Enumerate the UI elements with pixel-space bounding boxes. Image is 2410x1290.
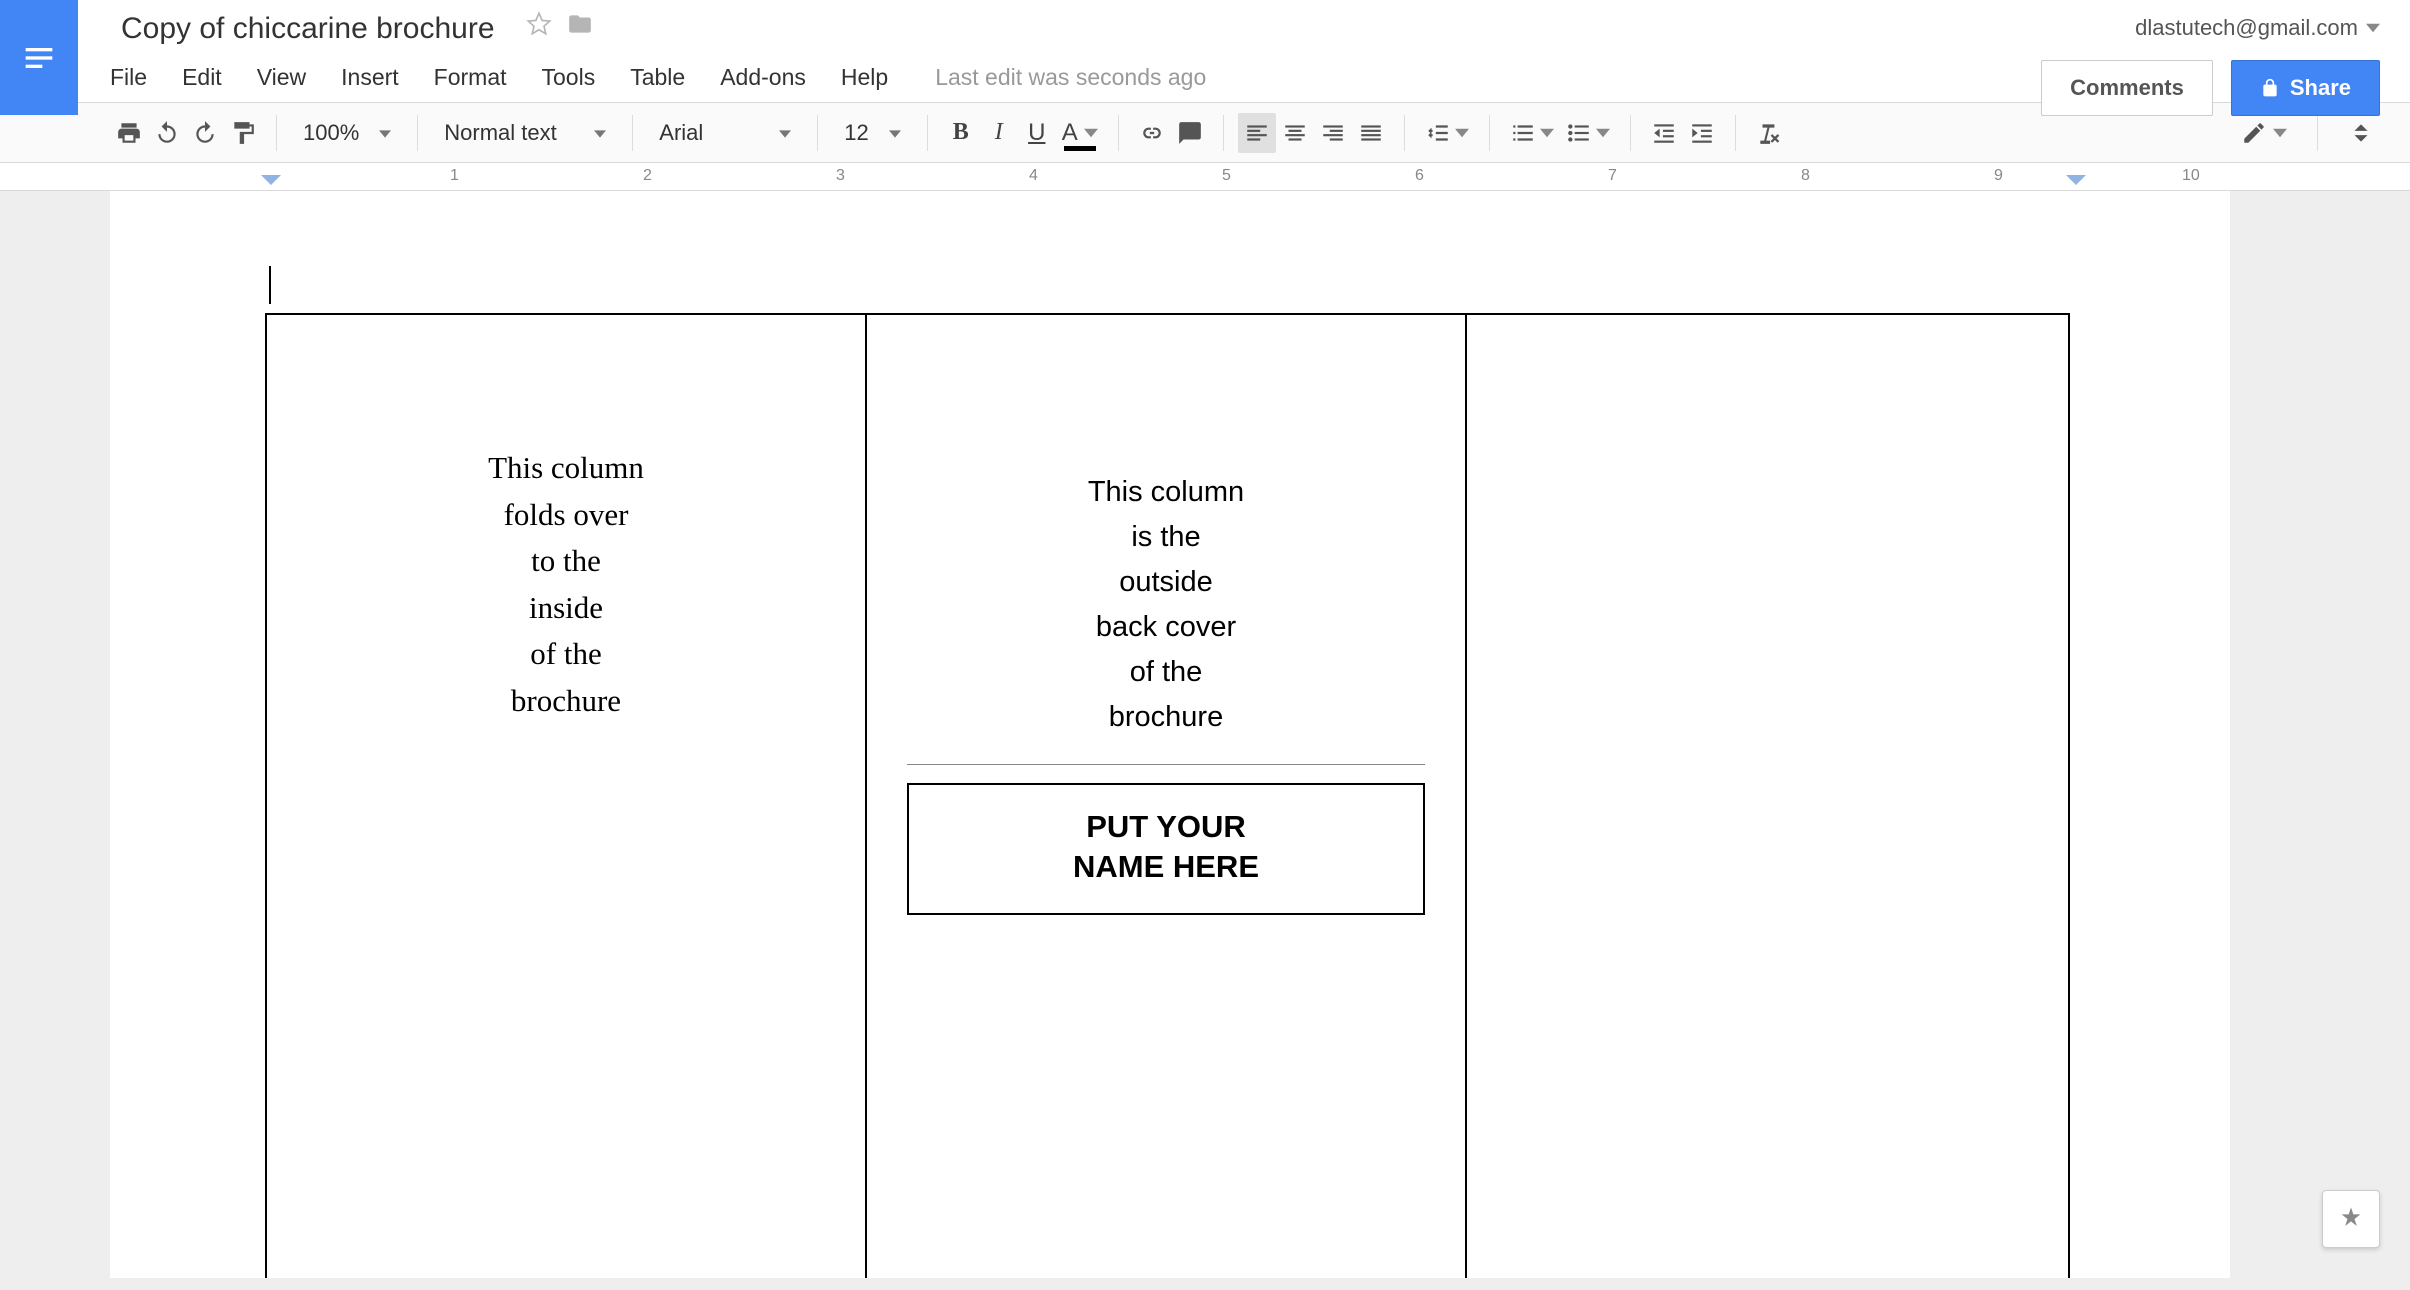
docs-app-icon[interactable] — [0, 0, 78, 115]
brochure-table[interactable]: This column folds over to the inside of … — [265, 313, 2070, 1278]
menu-table[interactable]: Table — [630, 64, 685, 91]
ruler-tick: 9 — [1994, 167, 2003, 185]
column1-text[interactable]: This column folds over to the inside of … — [297, 445, 835, 724]
undo-button[interactable] — [148, 113, 186, 153]
paragraph-style-value: Normal text — [444, 120, 574, 146]
increase-indent-button[interactable] — [1683, 113, 1721, 153]
caret-down-icon — [1540, 120, 1554, 146]
doc-title[interactable]: Copy of chiccarine brochure — [100, 5, 511, 47]
paragraph-style-dropdown[interactable]: Normal text — [432, 120, 618, 146]
brochure-column-2[interactable]: This column is the outside back cover of… — [867, 315, 1467, 1278]
last-edit-label[interactable]: Last edit was seconds ago — [935, 64, 1206, 91]
horizontal-rule — [907, 764, 1425, 765]
align-right-button[interactable] — [1314, 113, 1352, 153]
line-spacing-button[interactable] — [1419, 113, 1475, 153]
ruler-tick: 1 — [450, 167, 459, 185]
folder-icon[interactable] — [567, 11, 593, 42]
ruler-tick: 3 — [836, 167, 845, 185]
clear-formatting-button[interactable] — [1750, 113, 1788, 153]
menu-tools[interactable]: Tools — [542, 64, 596, 91]
text-cursor — [269, 266, 271, 304]
caret-down-icon — [889, 120, 901, 146]
lock-icon — [2260, 78, 2280, 98]
menu-view[interactable]: View — [257, 64, 306, 91]
header: Copy of chiccarine brochure dlastutech@g… — [0, 0, 2410, 103]
page[interactable]: This column folds over to the inside of … — [110, 191, 2230, 1278]
comments-button[interactable]: Comments — [2041, 60, 2213, 116]
ruler-tick: 4 — [1029, 167, 1038, 185]
align-left-button[interactable] — [1238, 113, 1276, 153]
star-icon[interactable] — [526, 11, 552, 42]
caret-down-icon — [1084, 120, 1098, 146]
decrease-indent-button[interactable] — [1645, 113, 1683, 153]
brochure-column-1[interactable]: This column folds over to the inside of … — [267, 315, 867, 1278]
text-color-button[interactable]: A — [1056, 113, 1104, 153]
editing-mode-button[interactable] — [2235, 113, 2293, 153]
menu-format[interactable]: Format — [434, 64, 507, 91]
name-box[interactable]: PUT YOUR NAME HERE — [907, 783, 1425, 916]
zoom-value: 100% — [303, 120, 359, 146]
caret-down-icon — [1596, 120, 1610, 146]
font-size-dropdown[interactable]: 12 — [832, 120, 912, 146]
insert-link-button[interactable] — [1133, 113, 1171, 153]
ruler-tick: 5 — [1222, 167, 1231, 185]
redo-button[interactable] — [186, 113, 224, 153]
align-center-button[interactable] — [1276, 113, 1314, 153]
print-button[interactable] — [110, 113, 148, 153]
caret-down-icon — [594, 120, 606, 146]
zoom-dropdown[interactable]: 100% — [291, 120, 403, 146]
ruler-tick: 8 — [1801, 167, 1810, 185]
italic-button[interactable]: I — [980, 113, 1018, 153]
share-label: Share — [2290, 75, 2351, 101]
numbered-list-button[interactable] — [1504, 113, 1560, 153]
share-button[interactable]: Share — [2231, 60, 2380, 116]
ruler-tick: 6 — [1415, 167, 1424, 185]
column2-text[interactable]: This column is the outside back cover of… — [897, 470, 1435, 740]
underline-button[interactable]: U — [1018, 113, 1056, 153]
menu-help[interactable]: Help — [841, 64, 888, 91]
menu-edit[interactable]: Edit — [182, 64, 222, 91]
insert-comment-button[interactable] — [1171, 113, 1209, 153]
ruler-tick: 2 — [643, 167, 652, 185]
font-family-value: Arial — [659, 120, 759, 146]
user-menu[interactable]: dlastutech@gmail.com — [2135, 15, 2380, 41]
paint-format-button[interactable] — [224, 113, 262, 153]
explore-button[interactable] — [2322, 1190, 2380, 1248]
bold-button[interactable]: B — [942, 113, 980, 153]
collapse-toolbar-button[interactable] — [2342, 113, 2380, 153]
document-canvas[interactable]: This column folds over to the inside of … — [0, 191, 2410, 1278]
left-indent-marker[interactable] — [261, 175, 281, 185]
menu-file[interactable]: File — [110, 64, 147, 91]
menu-addons[interactable]: Add-ons — [720, 64, 806, 91]
menu-insert[interactable]: Insert — [341, 64, 399, 91]
bulleted-list-button[interactable] — [1560, 113, 1616, 153]
caret-down-icon — [779, 120, 791, 146]
titlebar: Copy of chiccarine brochure dlastutech@g… — [0, 0, 2410, 52]
ruler-tick: 10 — [2182, 167, 2200, 185]
right-indent-marker[interactable] — [2066, 175, 2086, 185]
caret-down-icon — [2366, 15, 2380, 41]
align-justify-button[interactable] — [1352, 113, 1390, 153]
ruler-tick: 7 — [1608, 167, 1617, 185]
caret-down-icon — [2273, 120, 2287, 146]
caret-down-icon — [379, 120, 391, 146]
caret-down-icon — [1455, 120, 1469, 146]
font-size-value: 12 — [844, 120, 868, 146]
font-family-dropdown[interactable]: Arial — [647, 120, 803, 146]
user-email: dlastutech@gmail.com — [2135, 15, 2358, 41]
horizontal-ruler[interactable]: 1 2 3 4 5 6 7 8 9 10 — [0, 163, 2410, 191]
